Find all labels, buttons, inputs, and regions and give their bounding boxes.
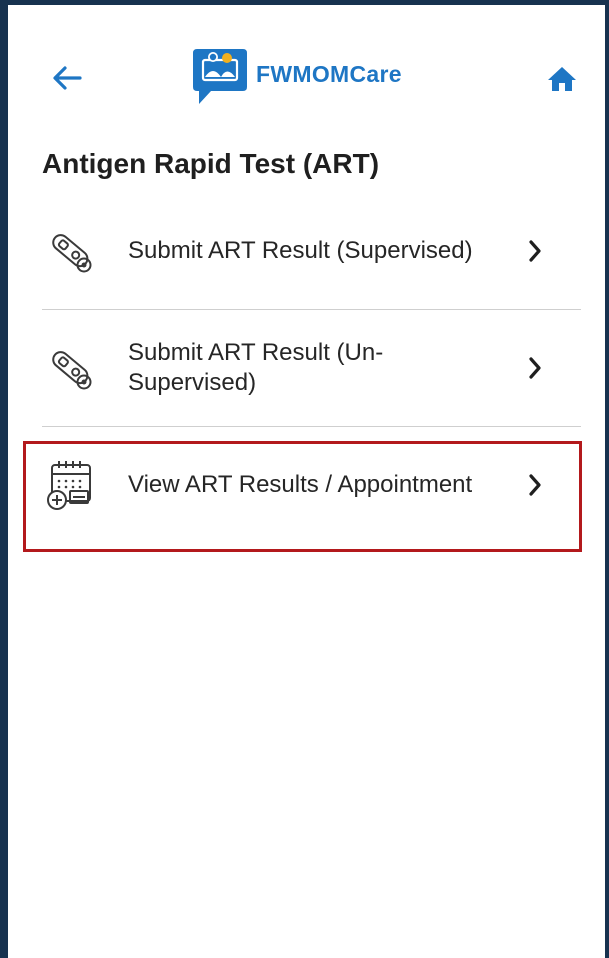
back-button[interactable] <box>50 61 84 95</box>
app-name: FWMOMCare <box>256 61 402 87</box>
menu-item-submit-unsupervised[interactable]: Submit ART Result (Un-Supervised) <box>42 310 581 427</box>
test-kit-icon <box>42 223 98 279</box>
app-logo: FWMOMCare <box>191 47 402 107</box>
logo-icon <box>191 47 249 105</box>
app-frame: FWMOMCare Antigen Rapid Test (ART) Submi… <box>0 0 609 958</box>
menu-item-label: View ART Results / Appointment <box>128 471 473 498</box>
page-title: Antigen Rapid Test (ART) <box>42 148 380 179</box>
menu-item-submit-supervised[interactable]: Submit ART Result (Supervised) <box>42 193 581 310</box>
chevron-right-icon <box>529 357 541 379</box>
menu-item-view-results[interactable]: View ART Results / Appointment <box>42 427 581 543</box>
menu-item-label: Submit ART Result (Un-Supervised) <box>128 339 384 396</box>
calendar-medical-icon <box>42 457 98 513</box>
test-kit-icon <box>42 340 98 396</box>
home-button[interactable] <box>545 62 579 96</box>
chevron-right-icon <box>529 474 541 496</box>
home-icon <box>548 67 576 91</box>
chevron-right-icon <box>529 240 541 262</box>
menu-list: Submit ART Result (Supervised) Submit AR… <box>42 193 581 543</box>
menu-item-label: Submit ART Result (Supervised) <box>128 237 473 264</box>
arrow-left-icon <box>53 66 82 90</box>
app-header: FWMOMCare <box>8 5 605 130</box>
